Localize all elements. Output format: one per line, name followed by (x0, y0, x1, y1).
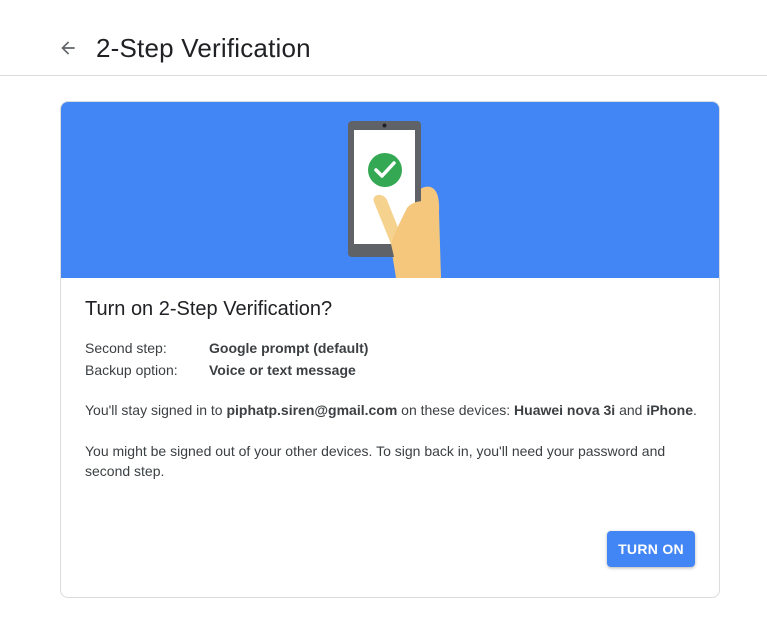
warning-text: You might be signed out of your other de… (85, 443, 666, 479)
check-circle-icon (368, 153, 402, 187)
verification-card: Turn on 2-Step Verification? Second step… (60, 101, 720, 598)
device-name: iPhone (646, 402, 693, 418)
page-header: 2-Step Verification (0, 0, 767, 76)
back-button[interactable] (56, 36, 80, 60)
signed-in-end: . (693, 402, 697, 418)
signed-in-text: You'll stay signed in to piphatp.siren@g… (85, 400, 700, 420)
second-step-row: Second step: Google prompt (default) (85, 338, 368, 358)
device-name: Huawei nova 3i (514, 402, 616, 418)
signed-in-mid: on these devices: (397, 402, 515, 418)
backup-option-label: Backup option: (85, 362, 178, 378)
second-step-value: Google prompt (default) (209, 340, 369, 356)
signed-in-pre: You'll stay signed in to (85, 402, 227, 418)
signed-in-and: and (615, 402, 647, 418)
account-email: piphatp.siren@gmail.com (226, 402, 398, 418)
page-title: 2-Step Verification (96, 33, 311, 63)
banner-illustration (61, 102, 719, 278)
back-arrow-icon (61, 41, 75, 55)
second-step-label: Second step: (85, 340, 167, 356)
turn-on-button[interactable]: TURN ON (607, 531, 695, 567)
backup-option-value: Voice or text message (209, 362, 356, 378)
dialog-title: Turn on 2-Step Verification? (85, 298, 333, 320)
backup-option-row: Backup option: Voice or text message (85, 360, 356, 380)
